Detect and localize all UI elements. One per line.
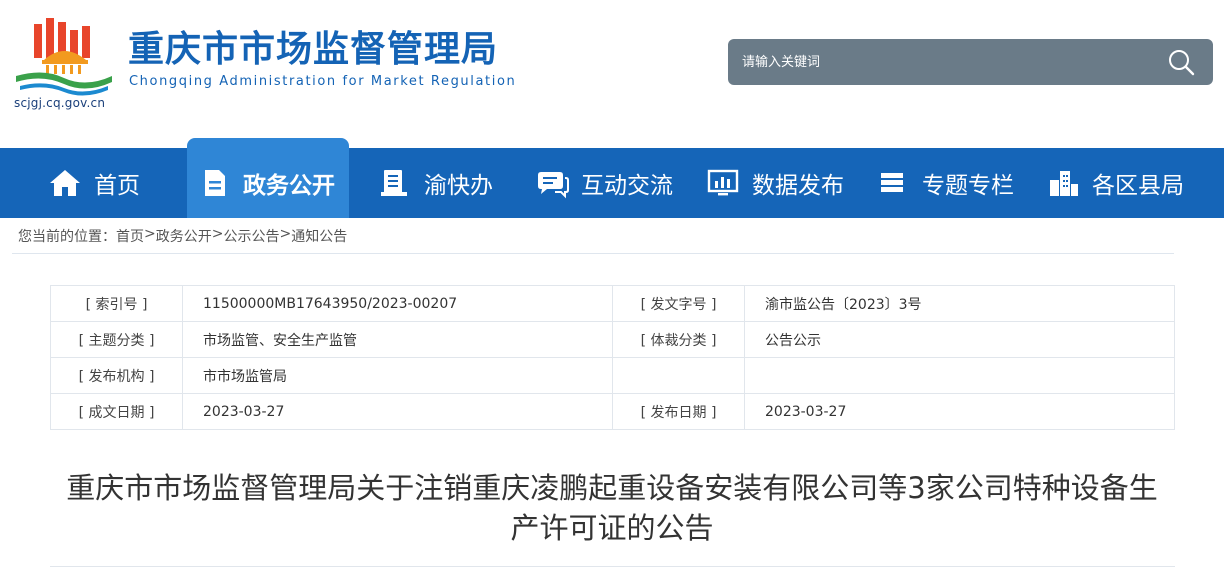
nav-label: 数据发布 xyxy=(752,173,844,199)
main-nav: 首页 政务公开 渝快办 互动交流 数据发布 专题专栏 各区县局 xyxy=(0,138,1224,218)
chat-icon xyxy=(538,172,569,199)
meta-label: [ 发布机构 ] xyxy=(50,357,183,394)
divider xyxy=(50,566,1175,567)
breadcrumb-prefix: 您当前的位置： xyxy=(18,229,116,245)
nav-label: 首页 xyxy=(94,173,140,199)
buildings-icon xyxy=(1050,171,1078,196)
nav-item-districts[interactable]: 各区县局 xyxy=(1046,148,1184,218)
document-metadata-table: [ 索引号 ] 11500000MB17643950/2023-00207 [ … xyxy=(50,285,1175,430)
nav-item-data-release[interactable]: 数据发布 xyxy=(706,148,844,218)
breadcrumb-separator: > xyxy=(144,226,156,242)
breadcrumb-notices[interactable]: 通知公告 xyxy=(291,226,347,246)
nav-item-yukuaiban[interactable]: 渝快办 xyxy=(378,148,493,218)
nav-label: 互动交流 xyxy=(581,173,673,199)
home-icon xyxy=(50,170,80,196)
emblem-logo-icon[interactable] xyxy=(14,16,114,96)
nav-item-special-topics[interactable]: 专题专栏 xyxy=(876,148,1014,218)
meta-label xyxy=(612,357,745,394)
nav-label: 渝快办 xyxy=(424,173,493,199)
meta-label: [ 体裁分类 ] xyxy=(612,321,745,358)
breadcrumb-home[interactable]: 首页 xyxy=(116,226,144,246)
nav-item-home[interactable]: 首页 xyxy=(48,148,140,218)
meta-value: 公告公示 xyxy=(744,321,1175,358)
meta-value: 2023-03-27 xyxy=(744,393,1175,430)
search-icon[interactable] xyxy=(1167,48,1195,76)
site-title[interactable]: 重庆市市场监督管理局 xyxy=(128,28,498,72)
breadcrumb-separator: > xyxy=(211,226,224,242)
nav-item-interaction[interactable]: 互动交流 xyxy=(535,148,673,218)
meta-label: [ 发文字号 ] xyxy=(612,285,745,322)
document-title-line: 产许可证的公告 xyxy=(510,511,714,545)
meta-label: [ 发布日期 ] xyxy=(612,393,745,430)
nav-label: 专题专栏 xyxy=(922,173,1014,199)
search-bar xyxy=(728,39,1213,85)
table-row: [ 主题分类 ] 市场监管、安全生产监管 [ 体裁分类 ] 公告公示 xyxy=(50,321,1175,358)
layers-icon xyxy=(881,173,903,192)
meta-label: [ 索引号 ] xyxy=(50,285,183,322)
meta-value: 渝市监公告〔2023〕3号 xyxy=(744,285,1175,322)
meta-value: 市场监管、安全生产监管 xyxy=(182,321,613,358)
site-subtitle: Chongqing Administration for Market Regu… xyxy=(129,74,517,89)
breadcrumb-gov-affairs[interactable]: 政务公开 xyxy=(156,226,212,246)
nav-label: 政务公开 xyxy=(243,173,335,199)
document-title: 重庆市市场监督管理局关于注销重庆凌鹏起重设备安装有限公司等3家公司特种设备生 产… xyxy=(30,468,1194,548)
breadcrumb-separator: > xyxy=(279,226,292,242)
document-icon xyxy=(205,170,225,196)
table-row: [ 发布机构 ] 市市场监管局 xyxy=(50,357,1175,394)
nav-label: 各区县局 xyxy=(1092,173,1184,199)
table-row: [ 索引号 ] 11500000MB17643950/2023-00207 [ … xyxy=(50,285,1175,322)
site-header: scjgj.cq.gov.cn 重庆市市场监督管理局 Chongqing Adm… xyxy=(0,0,1224,148)
breadcrumb: 您当前的位置： 首页 > 政务公开 > 公示公告 > 通知公告 xyxy=(18,226,347,246)
document-title-line: 重庆市市场监督管理局关于注销重庆凌鹏起重设备安装有限公司等3家公司特种设备生 xyxy=(66,471,1158,505)
breadcrumb-announcements[interactable]: 公示公告 xyxy=(223,226,279,246)
search-input[interactable] xyxy=(742,39,1162,85)
divider xyxy=(12,253,1174,254)
meta-value xyxy=(744,357,1175,394)
meta-value: 11500000MB17643950/2023-00207 xyxy=(182,285,613,322)
meta-value: 市市场监管局 xyxy=(182,357,613,394)
monitor-chart-icon xyxy=(707,169,739,196)
meta-label: [ 成文日期 ] xyxy=(50,393,183,430)
service-icon xyxy=(381,170,407,196)
meta-label: [ 主题分类 ] xyxy=(50,321,183,358)
nav-item-gov-affairs[interactable]: 政务公开 xyxy=(187,138,349,218)
meta-value: 2023-03-27 xyxy=(182,393,613,430)
site-domain: scjgj.cq.gov.cn xyxy=(14,96,106,110)
table-row: [ 成文日期 ] 2023-03-27 [ 发布日期 ] 2023-03-27 xyxy=(50,393,1175,430)
